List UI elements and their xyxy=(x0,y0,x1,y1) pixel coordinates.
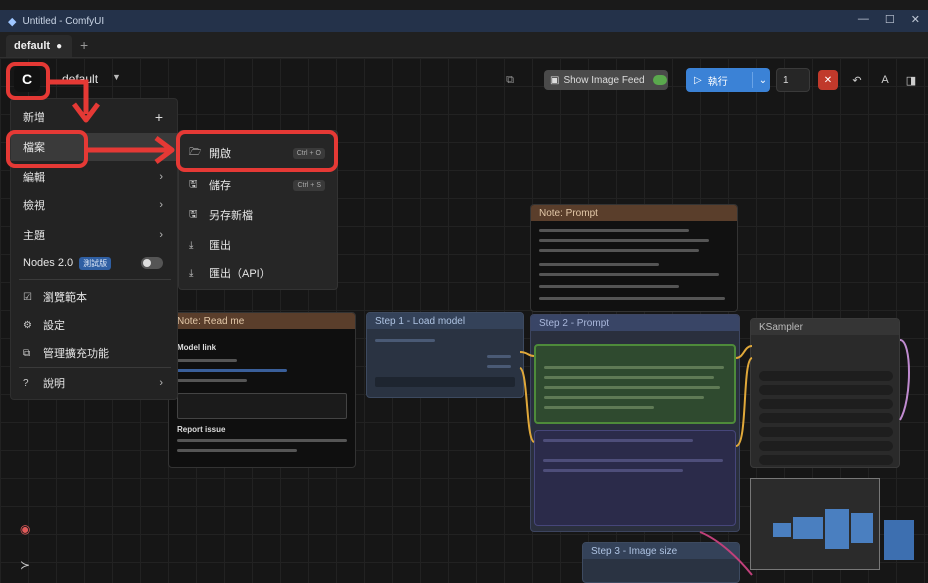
annotation-arrows xyxy=(50,79,175,164)
